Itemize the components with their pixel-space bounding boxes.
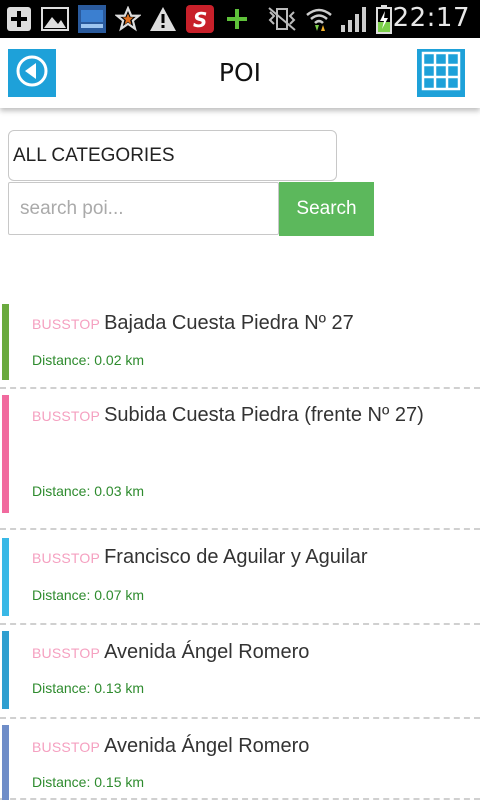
- signal-icon: [338, 5, 370, 33]
- battery-charging-icon: [374, 5, 394, 34]
- poi-name: Avenida Ángel Romero: [104, 641, 310, 663]
- poi-title: BUSSTOP Bajada Cuesta Piedra Nº 27: [32, 304, 460, 343]
- page-title: POI: [218, 58, 262, 87]
- search-input[interactable]: [8, 182, 279, 235]
- poi-color-bar: [2, 631, 9, 709]
- poi-category: BUSSTOP: [32, 645, 101, 661]
- wifi-icon: [304, 5, 334, 33]
- poi-name: Subida Cuesta Piedra (frente Nº 27): [104, 404, 424, 426]
- add-box-icon: [4, 5, 34, 33]
- poi-category: BUSSTOP: [32, 408, 101, 424]
- poi-color-bar: [2, 538, 9, 616]
- vibrate-mute-icon: [266, 5, 298, 33]
- poi-title: BUSSTOP Subida Cuesta Piedra (frente Nº 2…: [32, 396, 460, 435]
- grid-menu-button[interactable]: [417, 49, 465, 97]
- app-header: POI: [0, 38, 480, 108]
- star-icon: [114, 5, 142, 33]
- search-button[interactable]: Search: [279, 182, 374, 236]
- poi-list-item[interactable]: BUSSTOP Francisco de Aguilar y Aguilar Dis…: [0, 530, 480, 625]
- warning-icon: [148, 5, 178, 33]
- poi-list-item[interactable]: BUSSTOP Avenida Ángel Romero Distance: 0.1…: [0, 719, 480, 800]
- poi-title: BUSSTOP Francisco de Aguilar y Aguilar: [32, 538, 460, 577]
- poi-distance: Distance: 0.03 km: [32, 483, 145, 499]
- poi-list: BUSSTOP Bajada Cuesta Piedra Nº 27 Distanc…: [0, 300, 480, 800]
- poi-list-item[interactable]: BUSSTOP Bajada Cuesta Piedra Nº 27 Distanc…: [0, 300, 480, 389]
- poi-distance: Distance: 0.13 km: [32, 680, 145, 696]
- app-thumbnail-icon: [76, 5, 108, 33]
- poi-name: Bajada Cuesta Piedra Nº 27: [104, 312, 354, 334]
- grid-menu-icon: [421, 51, 461, 95]
- poi-color-bar: [2, 395, 9, 513]
- poi-name: Avenida Ángel Romero: [104, 735, 310, 757]
- poi-category: BUSSTOP: [32, 550, 101, 566]
- status-time: 22:17: [392, 3, 470, 33]
- svg-text:S: S: [193, 8, 207, 32]
- poi-list-item[interactable]: BUSSTOP Subida Cuesta Piedra (frente Nº 2…: [0, 389, 480, 530]
- s-app-icon: S: [184, 5, 216, 33]
- poi-list-item[interactable]: BUSSTOP Avenida Ángel Romero Distance: 0.1…: [0, 625, 480, 719]
- poi-color-bar: [2, 725, 9, 800]
- poi-title: BUSSTOP Avenida Ángel Romero: [32, 633, 460, 672]
- poi-distance: Distance: 0.07 km: [32, 587, 145, 603]
- poi-category: BUSSTOP: [32, 739, 101, 755]
- plus-icon: [224, 5, 250, 33]
- poi-name: Francisco de Aguilar y Aguilar: [104, 546, 368, 568]
- poi-color-bar: [2, 304, 9, 380]
- poi-category: BUSSTOP: [32, 316, 101, 332]
- poi-distance: Distance: 0.02 km: [32, 352, 145, 368]
- poi-distance: Distance: 0.15 km: [32, 774, 145, 790]
- category-select[interactable]: ALL CATEGORIES: [8, 130, 337, 181]
- image-icon: [40, 5, 70, 33]
- status-bar: S 22:17: [0, 0, 480, 38]
- poi-title: BUSSTOP Avenida Ángel Romero: [32, 727, 460, 766]
